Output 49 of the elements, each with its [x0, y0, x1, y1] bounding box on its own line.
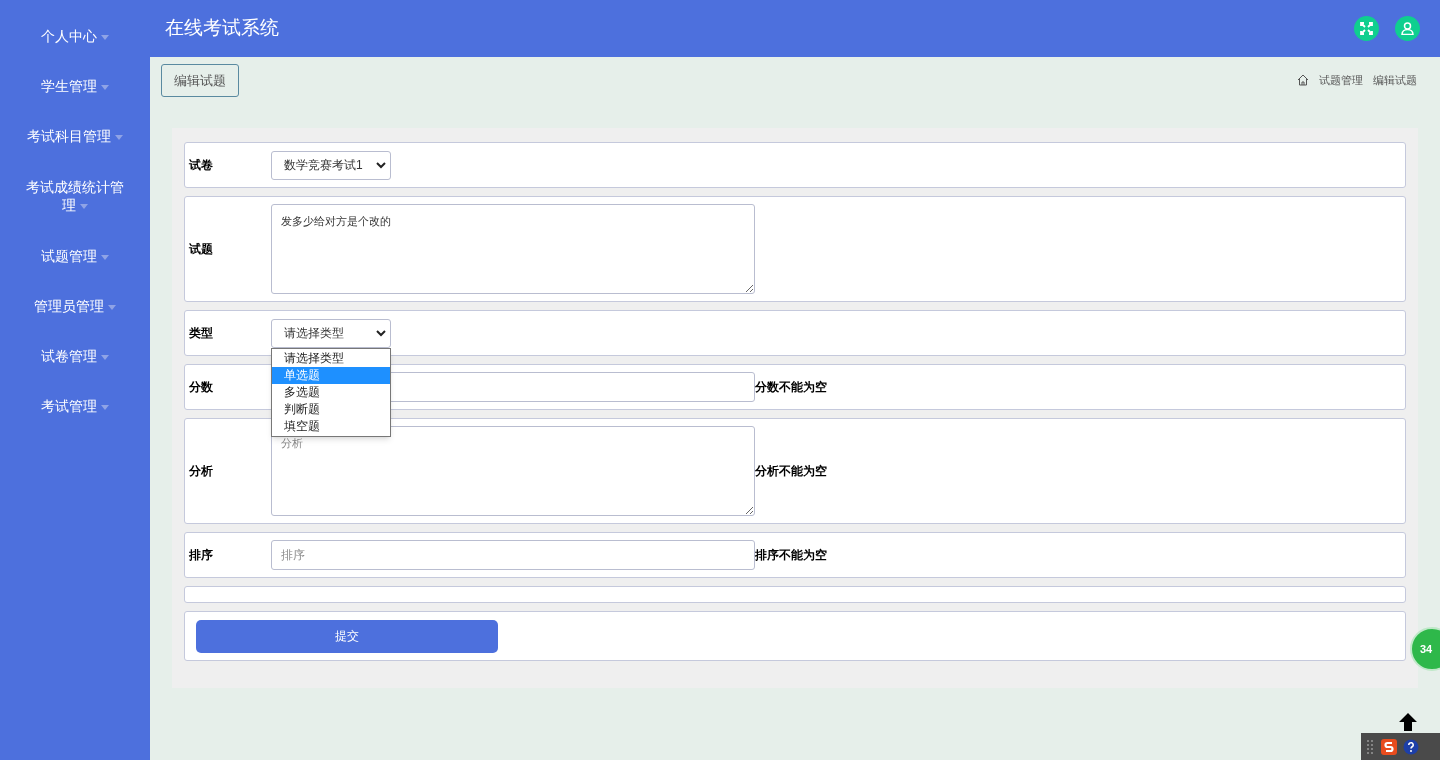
dropdown-option[interactable]: 判断题 — [272, 400, 390, 418]
user-button[interactable] — [1395, 16, 1420, 41]
up-arrow-icon[interactable] — [1398, 712, 1418, 732]
select-dropdown[interactable]: 请选择类型 — [271, 318, 391, 348]
chevron-icon — [376, 161, 386, 169]
caret-icon — [101, 404, 109, 410]
sidebar-item[interactable]: 考试管理 — [0, 381, 150, 431]
ime-logo-icon[interactable] — [1381, 738, 1397, 755]
input-field[interactable]: 排序 — [271, 540, 755, 570]
sidebar-item[interactable]: 管理员管理 — [0, 281, 150, 331]
user-icon — [1401, 22, 1414, 35]
dropdown-option[interactable]: 多选题 — [272, 383, 390, 401]
field-label: 排序 — [189, 547, 214, 564]
sidebar-item[interactable]: 个人中心 — [0, 11, 150, 61]
sidebar-item[interactable]: 考试成绩统计管理 — [0, 161, 150, 231]
field-label: 试题 — [189, 241, 214, 258]
caret-icon — [101, 34, 109, 40]
chevron-icon — [376, 329, 386, 337]
submit-button[interactable]: 提交 — [196, 619, 498, 653]
dropdown-option[interactable]: 单选题 — [272, 366, 390, 384]
fullscreen-button[interactable] — [1354, 16, 1379, 41]
page-title-button[interactable]: 编辑试题 — [161, 64, 239, 97]
text-area[interactable]: 发多少给对方是个改的 — [271, 204, 755, 294]
field-label: 分数 — [189, 379, 214, 396]
home-icon[interactable] — [1297, 74, 1309, 87]
caret-icon — [108, 304, 116, 310]
field-label: 类型 — [189, 325, 214, 342]
help-icon[interactable] — [1403, 738, 1419, 755]
select-dropdown[interactable]: 数学竞赛考试1 — [271, 150, 391, 180]
sidebar-item[interactable]: 试题管理 — [0, 231, 150, 281]
caret-icon — [115, 134, 123, 140]
breadcrumb-link[interactable]: 试题管理 — [1319, 72, 1363, 89]
grip-icon[interactable] — [1366, 739, 1375, 754]
sidebar-item[interactable]: 考试科目管理 — [0, 111, 150, 161]
sidebar-item[interactable]: 学生管理 — [0, 61, 150, 111]
error-text: 分数不能为空 — [755, 379, 827, 396]
caret-icon — [80, 203, 88, 209]
field-label: 试卷 — [189, 157, 214, 174]
breadcrumb-link[interactable]: 编辑试题 — [1373, 72, 1417, 89]
caret-icon — [101, 354, 109, 360]
field-label: 分析 — [189, 463, 214, 480]
error-text: 分析不能为空 — [755, 463, 827, 480]
dropdown-option[interactable]: 请选择类型 — [272, 349, 390, 367]
error-text: 排序不能为空 — [755, 547, 827, 564]
caret-icon — [101, 254, 109, 260]
sidebar-item[interactable]: 试卷管理 — [0, 331, 150, 381]
app-title: 在线考试系统 — [165, 16, 279, 41]
caret-icon — [101, 84, 109, 90]
expand-icon — [1360, 22, 1373, 35]
